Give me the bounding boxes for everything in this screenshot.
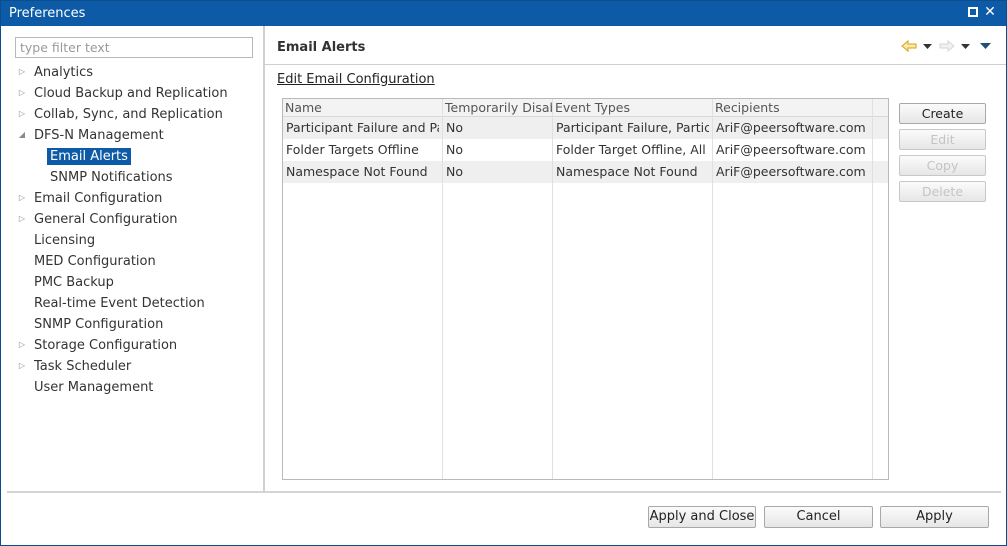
- chevron-down-icon[interactable]: [922, 40, 932, 56]
- table-cell: No: [446, 120, 463, 135]
- copy-button[interactable]: Copy: [899, 155, 986, 176]
- expand-right-icon[interactable]: ▷: [17, 192, 27, 204]
- sidebar-item-label: MED Configuration: [34, 254, 156, 269]
- sidebar-item-label: Cloud Backup and Replication: [34, 86, 228, 101]
- sidebar-item-label: Licensing: [34, 233, 96, 248]
- footer-divider: [7, 491, 1001, 493]
- table-header: Name Temporarily Disabled Event Types Re…: [283, 99, 888, 117]
- sidebar-item-label: Email Configuration: [34, 191, 163, 206]
- maximize-icon[interactable]: [966, 5, 980, 19]
- sidebar-item-label: User Management: [34, 380, 154, 395]
- table-cell: AriF@peersoftware.com: [716, 142, 866, 157]
- column-divider: [552, 99, 553, 479]
- sidebar-item[interactable]: User Management: [1, 377, 263, 398]
- window-title: Preferences: [9, 6, 86, 21]
- sidebar-item[interactable]: Licensing: [1, 230, 263, 251]
- preferences-window: Preferences ✕ ▷ Analytics ▷ Cloud Backup an…: [0, 0, 1007, 546]
- sidebar-item[interactable]: PMC Backup: [1, 272, 263, 293]
- page-title: Email Alerts: [277, 40, 366, 55]
- expand-right-icon[interactable]: ▷: [17, 213, 27, 225]
- expand-right-icon[interactable]: ▷: [17, 108, 27, 120]
- expand-right-icon[interactable]: ▷: [17, 360, 27, 372]
- expand-right-icon[interactable]: ▷: [17, 66, 27, 78]
- forward-arrow-icon[interactable]: [939, 39, 955, 56]
- column-header-recipients[interactable]: Recipients: [713, 99, 872, 117]
- create-button[interactable]: Create: [899, 103, 986, 124]
- table-cell: AriF@peersoftware.com: [716, 120, 866, 135]
- column-header-event-types[interactable]: Event Types: [553, 99, 712, 117]
- table-cell: Namespace Not Found: [286, 164, 428, 179]
- expand-right-icon[interactable]: ▷: [17, 339, 27, 351]
- sidebar-item-label: DFS-N Management: [34, 128, 164, 143]
- preference-page: Email Alerts Edit Email Configuration Na…: [265, 26, 1006, 491]
- header-divider: [265, 64, 1006, 65]
- sidebar-item[interactable]: ▷ Collab, Sync, and Replication: [1, 104, 263, 125]
- filter-input[interactable]: [15, 37, 253, 58]
- table-cell: No: [446, 142, 463, 157]
- title-bar: Preferences ✕: [1, 1, 1006, 26]
- back-arrow-icon[interactable]: [901, 39, 917, 56]
- sidebar-item-label: General Configuration: [34, 212, 178, 227]
- sidebar-item[interactable]: ▷ Storage Configuration: [1, 335, 263, 356]
- sidebar-item[interactable]: ▷ Cloud Backup and Replication: [1, 83, 263, 104]
- sidebar-item-label: Real-time Event Detection: [34, 296, 205, 311]
- view-menu-icon[interactable]: [979, 40, 991, 56]
- sidebar-item-label: Analytics: [34, 65, 94, 80]
- sidebar-item[interactable]: Real-time Event Detection: [1, 293, 263, 314]
- table-cell: Namespace Not Found: [556, 164, 698, 179]
- sidebar-item[interactable]: ▷ Email Configuration: [1, 188, 263, 209]
- sidebar-item[interactable]: ◢ DFS-N Management: [1, 125, 263, 146]
- sidebar-item-label: SNMP Notifications: [50, 170, 173, 185]
- apply-button[interactable]: Apply: [880, 506, 989, 528]
- sidebar-item-label: SNMP Configuration: [34, 317, 164, 332]
- edit-button[interactable]: Edit: [899, 129, 986, 150]
- table-cell: No: [446, 164, 463, 179]
- sidebar-item-label: Email Alerts: [47, 148, 131, 165]
- sidebar-item[interactable]: ▷ Task Scheduler: [1, 356, 263, 377]
- column-divider: [872, 99, 873, 479]
- apply-and-close-button[interactable]: Apply and Close: [648, 506, 756, 528]
- preferences-sidebar: ▷Analytics▷Cloud Backup and Replication▷…: [1, 26, 263, 491]
- email-alerts-table: Name Temporarily Disabled Event Types Re…: [282, 98, 889, 480]
- table-cell: Participant Failure, Participant Recover…: [556, 120, 709, 135]
- column-divider: [712, 99, 713, 479]
- close-icon[interactable]: ✕: [983, 5, 997, 19]
- table-row[interactable]: Participant Failure and Participant Reco…: [283, 117, 888, 139]
- column-header-temporarily-disabled[interactable]: Temporarily Disabled: [443, 99, 552, 117]
- sidebar-item-label: PMC Backup: [34, 275, 114, 290]
- column-header-name[interactable]: Name: [283, 99, 442, 117]
- table-cell: AriF@peersoftware.com: [716, 164, 866, 179]
- delete-button[interactable]: Delete: [899, 181, 986, 202]
- table-cell: Folder Target Offline, All Folder Target…: [556, 142, 709, 157]
- sidebar-item-label: Task Scheduler: [34, 359, 132, 374]
- sidebar-item-label: Collab, Sync, and Replication: [34, 107, 223, 122]
- table-cell: Participant Failure and Participant Reco…: [286, 120, 439, 135]
- expand-down-icon[interactable]: ◢: [17, 129, 27, 141]
- cancel-button[interactable]: Cancel: [764, 506, 873, 528]
- sidebar-item[interactable]: SNMP Configuration: [1, 314, 263, 335]
- edit-email-configuration-link[interactable]: Edit Email Configuration: [277, 72, 435, 87]
- table-cell: Folder Targets Offline: [286, 142, 419, 157]
- chevron-down-icon[interactable]: [960, 40, 970, 56]
- column-divider: [442, 99, 443, 479]
- sidebar-item[interactable]: MED Configuration: [1, 251, 263, 272]
- expand-right-icon[interactable]: ▷: [17, 87, 27, 99]
- table-row[interactable]: Folder Targets Offline No Folder Target Of…: [283, 139, 888, 161]
- sidebar-item[interactable]: ▷ Analytics: [1, 62, 263, 83]
- sidebar-item[interactable]: SNMP Notifications: [1, 167, 263, 188]
- table-row[interactable]: Namespace Not Found No Namespace Not Found…: [283, 161, 888, 183]
- sidebar-item-label: Storage Configuration: [34, 338, 178, 353]
- sidebar-item[interactable]: ▷ General Configuration: [1, 209, 263, 230]
- sidebar-item[interactable]: Email Alerts: [1, 146, 263, 167]
